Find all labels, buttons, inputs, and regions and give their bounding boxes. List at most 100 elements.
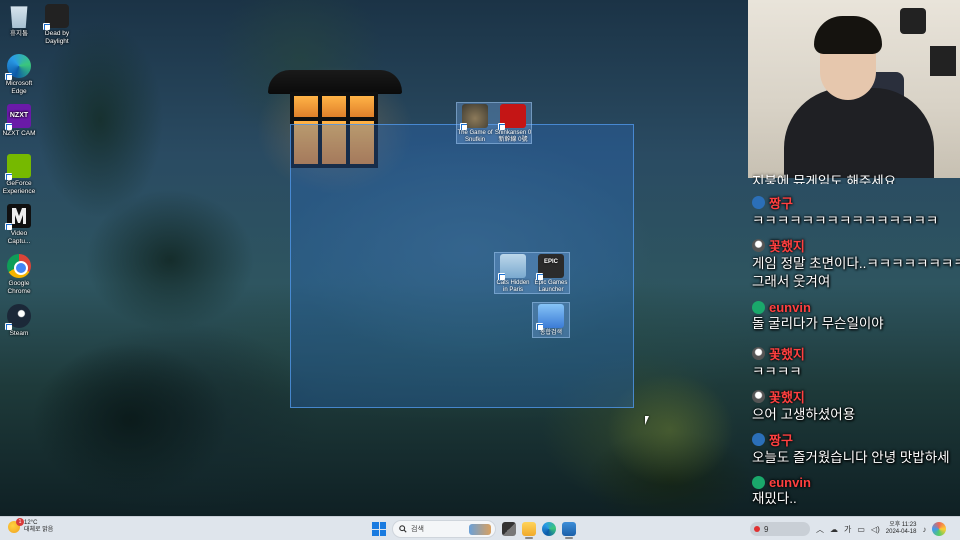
video-capture-icon	[5, 204, 31, 230]
desktop-icon-label: Epic Games Launcher	[534, 280, 568, 293]
desktop-icon-label: Shinkansen 0 新幹線 0號	[494, 130, 532, 143]
notification-bell-icon[interactable]: ♪	[922, 525, 926, 534]
chat-username-row: eunvin	[752, 475, 960, 490]
chat-username-row: 짱구	[752, 430, 960, 449]
file-explorer-button[interactable]	[522, 522, 536, 539]
system-tray: 9 ︿ ☁ 가 ▭ ◁) 오후 11:23 2024-04-18 ♪	[750, 520, 956, 538]
app-taskbar-button[interactable]	[562, 522, 576, 539]
desktop-icon-epic-games[interactable]: EPIC Epic Games Launcher	[532, 254, 570, 294]
recording-indicator[interactable]: 9	[750, 522, 810, 536]
streamer-hoodie	[784, 88, 934, 178]
desktop-icon-recycle-bin[interactable]: 휴지통	[0, 4, 38, 38]
recycle-bin-icon	[10, 6, 28, 28]
ime-indicator[interactable]: 가	[844, 524, 851, 535]
shortcut-arrow-icon	[498, 273, 505, 280]
nzxt-logo-text: NZXT	[9, 112, 29, 119]
mouse-cursor	[645, 416, 653, 425]
desktop-icon-label: Cats Hidden in Paris	[496, 280, 530, 293]
chevron-up-icon[interactable]: ︿	[816, 524, 824, 535]
desktop-icon-label: Video Captu...	[7, 230, 31, 245]
task-view-button[interactable]	[502, 522, 516, 536]
shortcut-arrow-icon	[460, 123, 467, 130]
desktop-icon-chrome[interactable]: Google Chrome	[0, 254, 38, 295]
copilot-icon[interactable]	[932, 522, 947, 536]
weather-temp: 12°C	[24, 520, 38, 526]
chat-message: 꽃했지 ㅋㅋㅋㅋ	[752, 344, 960, 381]
chat-username-row: eunvin	[752, 300, 960, 315]
chat-text: ㅋㅋㅋㅋ	[752, 364, 802, 379]
desktop-icon-label: Steam	[9, 330, 29, 337]
record-dot-icon	[754, 526, 760, 532]
shortcut-arrow-icon	[5, 223, 12, 230]
chat-text: 돌 굴리다가 무슨일이야	[752, 316, 884, 331]
desktop-icon-steam[interactable]: Steam	[0, 304, 38, 338]
chat-username: eunvin	[769, 300, 811, 315]
chat-username-row: 꽃했지	[752, 344, 960, 363]
clock-date: 2024-04-18	[885, 529, 917, 535]
geforce-icon	[5, 154, 31, 180]
clock-time: 오후 11:23	[889, 522, 917, 528]
chat-username-row: 꽃했지	[752, 236, 960, 255]
wallpaper-trees	[20, 0, 270, 516]
user-badge-icon	[752, 196, 765, 209]
chat-message: 꽃했지 으어 고생하셨어용	[752, 387, 960, 424]
epic-games-icon: EPIC	[536, 254, 564, 280]
chrome-icon	[7, 254, 31, 278]
chat-username: 짱구	[769, 433, 793, 448]
chat-text: 오늘도 즐거웠습니다 안녕 맛밥하세	[752, 450, 950, 465]
desktop-icon-label: Google Chrome	[7, 280, 31, 295]
epic-logo-text: EPIC	[543, 259, 558, 265]
chat-username-row: 꽃했지	[752, 387, 960, 406]
search-icon	[399, 525, 407, 533]
app-shortcut-icon	[536, 304, 564, 330]
search-placeholder: 검색	[411, 526, 424, 533]
shortcut-arrow-icon	[43, 23, 50, 30]
desktop-icon-nzxt-cam[interactable]: NZXT NZXT CAM	[0, 104, 38, 138]
shortcut-arrow-icon	[5, 173, 12, 180]
chat-message: 짱구 ㅋㅋㅋㅋㅋㅋㅋㅋㅋㅋㅋㅋㅋㅋㅋ	[752, 193, 960, 230]
shinkansen-icon	[498, 104, 526, 130]
desktop-icon-app-shortcut[interactable]: 통합검색	[532, 304, 570, 337]
chat-username: 꽃했지	[769, 390, 805, 405]
dead-by-daylight-icon	[43, 4, 69, 30]
desktop-icon-edge[interactable]: Microsoft Edge	[0, 54, 38, 95]
desktop-icon-geforce[interactable]: GeForce Experience	[0, 154, 38, 195]
desktop-icon-label: 통합검색	[539, 330, 563, 336]
cloud-icon[interactable]: ☁	[830, 525, 838, 534]
chat-text: 게임 정말 초면이다..ㅋㅋㅋㅋㅋㅋㅋㅋ	[752, 256, 960, 271]
edge-taskbar-button[interactable]	[542, 522, 556, 536]
desktop-icon-cats-hidden[interactable]: Cats Hidden in Paris	[494, 254, 532, 294]
chat-username-row: 짱구	[752, 193, 960, 212]
chat-text: 재밌다..	[752, 491, 797, 506]
desktop-icon-shinkansen[interactable]: Shinkansen 0 新幹線 0號	[494, 104, 532, 144]
user-badge-icon	[752, 433, 765, 446]
lamp-cap	[268, 70, 402, 94]
weather-desc: 대체로 맑음	[24, 527, 54, 533]
desktop-icon-label: NZXT CAM	[2, 130, 36, 137]
desktop-icon-snufkin[interactable]: The Game of Snufkin	[456, 104, 494, 144]
network-icon[interactable]: ▭	[857, 525, 865, 534]
user-badge-icon	[752, 476, 765, 489]
webcam-monitor	[930, 46, 956, 76]
desktop-icon-label: GeForce Experience	[2, 180, 36, 195]
shortcut-arrow-icon	[498, 123, 505, 130]
chat-username: 짱구	[769, 196, 793, 211]
taskbar: 1 12°C 대체로 맑음 검색 9 ︿ ☁ 가 ▭ ◁) 오후 11:23 2…	[0, 516, 960, 540]
recording-count: 9	[764, 524, 769, 534]
chat-text: 으어 고생하셨어용	[752, 407, 856, 422]
search-highlight-image	[469, 524, 491, 535]
chat-text: 그래서 웃겨여	[752, 274, 831, 289]
user-avatar-icon	[752, 347, 765, 360]
taskbar-apps: 검색	[372, 519, 576, 539]
shortcut-arrow-icon	[536, 323, 543, 330]
system-clock[interactable]: 오후 11:23 2024-04-18	[886, 522, 917, 536]
weather-widget[interactable]: 1 12°C 대체로 맑음	[8, 518, 54, 534]
chat-partial-message: 지붕에 뮤게임도 해주세요	[752, 174, 897, 184]
volume-icon[interactable]: ◁)	[871, 525, 880, 534]
desktop-icon-dead-by-daylight[interactable]: Dead by Daylight	[38, 4, 76, 45]
shortcut-arrow-icon	[5, 73, 12, 80]
weather-badge: 1	[16, 518, 24, 526]
start-button[interactable]	[372, 522, 386, 536]
taskbar-search[interactable]: 검색	[392, 520, 496, 538]
desktop-icon-video-capture[interactable]: Video Captu...	[0, 204, 38, 245]
